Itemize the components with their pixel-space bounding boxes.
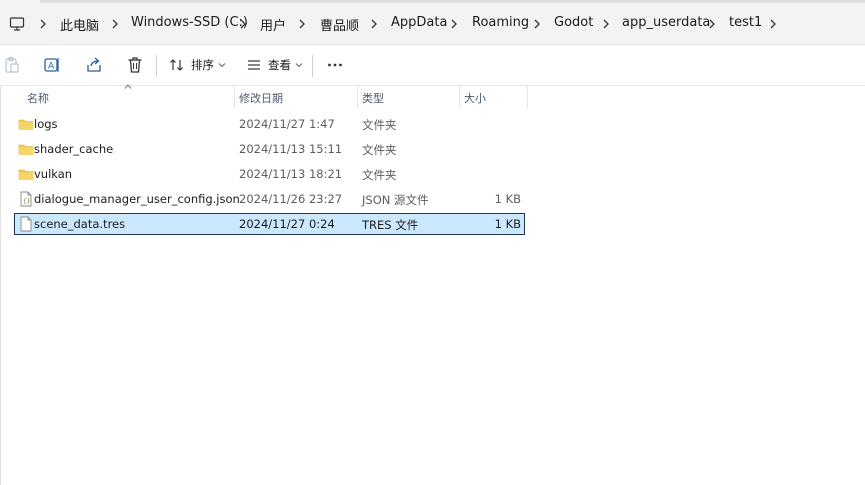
- toolbar-divider: [156, 55, 157, 77]
- file-type: JSON 源文件: [362, 193, 429, 207]
- file-date: 2024/11/27 0:24: [239, 217, 335, 231]
- breadcrumb-item-user[interactable]: 曹品顺: [320, 15, 359, 34]
- chevron-down-icon: [218, 63, 226, 68]
- file-size: 1 KB: [494, 217, 521, 231]
- file-row-vulkan[interactable]: vulkan 2024/11/13 18:21 文件夹: [14, 163, 525, 185]
- file-row-shader-cache[interactable]: shader_cache 2024/11/13 15:11 文件夹: [14, 138, 525, 160]
- breadcrumb-item-godot[interactable]: Godot: [554, 15, 593, 30]
- column-divider[interactable]: [527, 86, 528, 108]
- chevron-right-icon[interactable]: [297, 19, 307, 29]
- folder-icon: [18, 144, 34, 155]
- column-header-name-label: 名称: [27, 92, 49, 105]
- file-type: TRES 文件: [362, 218, 419, 232]
- command-toolbar: A 排序 查看: [0, 45, 865, 86]
- breadcrumb-item-app-userdata[interactable]: app_userdata: [622, 15, 710, 30]
- file-name: shader_cache: [34, 142, 114, 156]
- chevron-right-icon[interactable]: [532, 19, 542, 29]
- column-header-date-label: 修改日期: [239, 92, 283, 105]
- view-icon: [248, 60, 260, 70]
- breadcrumb-item-drive[interactable]: Windows-SSD (C:): [131, 15, 248, 30]
- json-file-icon: {}: [20, 191, 32, 207]
- file-type: 文件夹: [362, 143, 397, 157]
- rename-icon[interactable]: A: [43, 56, 61, 74]
- share-icon[interactable]: [85, 56, 103, 74]
- file-date: 2024/11/13 18:21: [239, 167, 343, 181]
- svg-text:{}: {}: [23, 198, 30, 205]
- view-label: 查看: [268, 58, 291, 72]
- folder-icon: [18, 169, 34, 180]
- file-date: 2024/11/26 23:27: [239, 192, 343, 206]
- file-icon: [20, 216, 32, 232]
- file-date: 2024/11/27 1:47: [239, 117, 335, 131]
- chevron-right-icon[interactable]: [238, 19, 248, 29]
- breadcrumb-item-users[interactable]: 用户: [260, 15, 286, 34]
- column-header-size-label: 大小: [464, 92, 486, 105]
- file-name: scene_data.tres: [34, 217, 126, 231]
- file-size: 1 KB: [494, 192, 521, 206]
- address-bar[interactable]: 此电脑 Windows-SSD (C:) 用户 曹品顺 AppData Roam…: [0, 0, 865, 45]
- chevron-right-icon[interactable]: [449, 19, 459, 29]
- delete-icon[interactable]: [126, 56, 144, 74]
- folder-icon: [18, 119, 34, 130]
- view-button[interactable]: 查看: [246, 54, 303, 76]
- sort-icon: [170, 59, 183, 71]
- file-type: 文件夹: [362, 118, 397, 132]
- pane-border: [0, 86, 1, 485]
- toolbar-divider: [312, 55, 313, 77]
- breadcrumb-item-roaming[interactable]: Roaming: [472, 15, 529, 30]
- chevron-right-icon[interactable]: [38, 19, 48, 29]
- file-row-json-config[interactable]: {} dialogue_manager_user_config.json 202…: [14, 188, 525, 210]
- sort-label: 排序: [191, 58, 214, 72]
- column-header-type[interactable]: 类型: [357, 86, 459, 108]
- this-pc-icon[interactable]: [9, 16, 25, 32]
- breadcrumb-item-appdata[interactable]: AppData: [391, 15, 447, 30]
- breadcrumb-item-this-pc[interactable]: 此电脑: [60, 15, 99, 34]
- chevron-down-icon: [295, 63, 303, 68]
- chevron-right-icon[interactable]: [601, 19, 611, 29]
- address-scrollbar[interactable]: [40, 0, 865, 3]
- sort-button[interactable]: 排序: [169, 54, 226, 76]
- chevron-right-icon[interactable]: [707, 19, 717, 29]
- chevron-right-icon[interactable]: [369, 19, 379, 29]
- column-header-size[interactable]: 大小: [459, 86, 527, 108]
- file-name: dialogue_manager_user_config.json: [34, 192, 240, 206]
- chevron-right-icon[interactable]: [768, 19, 778, 29]
- file-name: vulkan: [34, 167, 73, 181]
- column-header-name[interactable]: 名称: [14, 86, 234, 108]
- more-options-icon[interactable]: [326, 56, 344, 74]
- column-header-date[interactable]: 修改日期: [234, 86, 357, 108]
- svg-text:A: A: [48, 62, 55, 72]
- file-date: 2024/11/13 15:11: [239, 142, 343, 156]
- chevron-right-icon[interactable]: [110, 19, 120, 29]
- file-row-scene-data[interactable]: scene_data.tres 2024/11/27 0:24 TRES 文件 …: [14, 213, 525, 235]
- breadcrumb-item-test1[interactable]: test1: [729, 15, 762, 30]
- file-name: logs: [34, 117, 58, 131]
- column-header-type-label: 类型: [362, 92, 384, 105]
- file-type: 文件夹: [362, 168, 397, 182]
- paste-icon[interactable]: [3, 56, 21, 74]
- file-row-logs[interactable]: logs 2024/11/27 1:47 文件夹: [14, 113, 525, 135]
